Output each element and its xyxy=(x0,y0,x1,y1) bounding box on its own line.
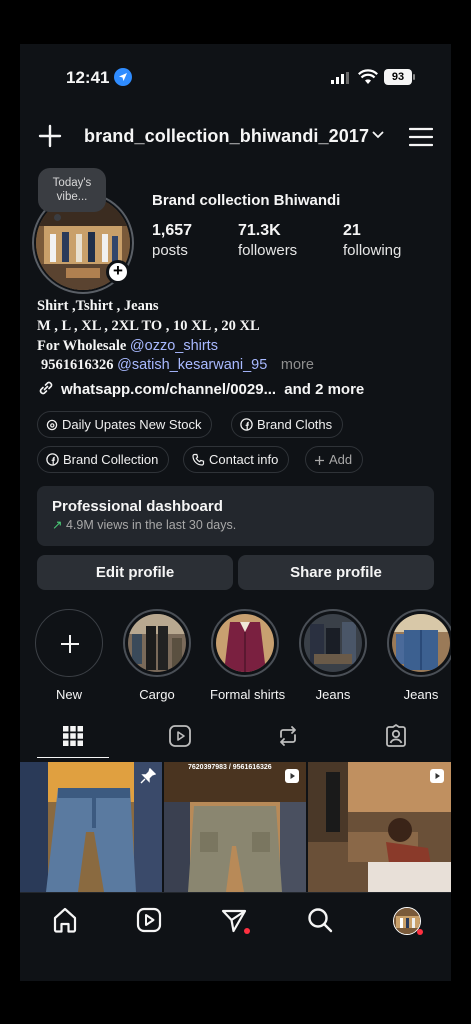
highlight-cover xyxy=(299,609,367,677)
dashboard-views: 4.9M views in the last 30 days. xyxy=(65,518,237,532)
highlight-formal-shirts[interactable]: Formal shirts xyxy=(210,609,286,702)
trend-up-icon: ↗ xyxy=(52,518,63,532)
highlight-cover xyxy=(123,609,191,677)
posts-label: posts xyxy=(152,242,188,259)
bio-line-wholesale: For Wholesale @ozzo_shirts xyxy=(37,338,218,355)
reels-icon xyxy=(430,769,444,783)
chip-label: Daily Upates New Stock xyxy=(62,417,202,432)
account-username[interactable]: brand_collection_bhiwandi_2017 xyxy=(84,126,369,147)
following-count: 21 xyxy=(343,222,361,239)
pin-icon xyxy=(140,768,156,784)
bio-external-link[interactable]: whatsapp.com/channel/0029... and 2 more xyxy=(37,379,364,398)
grid-icon[interactable] xyxy=(61,724,85,748)
dashboard-subtitle: ↗ 4.9M views in the last 30 days. xyxy=(52,517,419,532)
followers-stat[interactable]: 71.3K followers xyxy=(238,222,297,259)
bio-line-sizes: M , L , XL , 2XL TO , 10 XL , 20 XL xyxy=(37,318,260,334)
location-arrow-icon xyxy=(114,68,132,86)
notification-dot xyxy=(244,928,250,934)
profile-full-name: Brand collection Bhiwandi xyxy=(152,192,341,209)
instagram-profile-screen: 12:41 93 brand_collection_bhiwandi_2017 xyxy=(20,44,451,981)
chevron-down-icon[interactable] xyxy=(372,130,384,140)
highlight-label: Jeans xyxy=(315,687,351,702)
bio-wholesale-text: For Wholesale xyxy=(37,338,127,354)
share-profile-button[interactable]: Share profile xyxy=(238,555,434,590)
battery-indicator: 93 xyxy=(384,69,412,85)
cellular-signal-icon xyxy=(331,72,349,84)
new-highlight-circle xyxy=(35,609,103,677)
highlight-jeans-1[interactable]: Jeans xyxy=(298,609,368,702)
highlight-cover xyxy=(211,609,279,677)
following-label: following xyxy=(343,242,402,259)
active-tab-indicator xyxy=(37,757,109,758)
chip-label: Brand Cloths xyxy=(257,417,333,432)
grid-post-2[interactable]: 7620397983 / 9561616326 xyxy=(164,762,306,892)
contact-info-chip[interactable]: Contact info xyxy=(183,446,290,473)
highlight-cover xyxy=(387,609,451,677)
grid-post-3[interactable] xyxy=(308,762,451,892)
wifi-icon xyxy=(358,69,378,84)
reels-icon[interactable] xyxy=(168,724,192,748)
home-icon[interactable] xyxy=(51,906,79,934)
highlight-cargo[interactable]: Cargo xyxy=(122,609,192,702)
followers-label: followers xyxy=(238,242,298,259)
mention-link[interactable]: @satish_kesarwani_95 xyxy=(117,357,267,373)
highlight-label: Formal shirts xyxy=(210,687,286,702)
highlight-label: Cargo xyxy=(139,687,175,702)
posts-count: 1,657 xyxy=(152,222,193,239)
facebook-chip-brand-collection[interactable]: Brand Collection xyxy=(37,446,170,473)
plus-icon xyxy=(61,635,79,653)
facebook-icon xyxy=(240,418,253,431)
posts-stat[interactable]: 1,657 posts xyxy=(152,222,192,259)
link-icon xyxy=(39,381,53,395)
status-time: 12:41 xyxy=(66,68,110,87)
link-more: and 2 more xyxy=(284,381,365,398)
following-stat[interactable]: 21 following xyxy=(343,222,401,259)
phone-icon xyxy=(192,453,205,466)
link-url: whatsapp.com/channel/0029... xyxy=(61,381,277,398)
highlight-new[interactable]: New xyxy=(34,609,104,702)
post-phone-overlay: 7620397983 / 9561616326 xyxy=(188,764,272,771)
bio-more-link[interactable]: more xyxy=(281,357,314,373)
plus-icon xyxy=(315,456,324,465)
bio-line-products: Shirt ,Tshirt , Jeans xyxy=(37,298,159,314)
reels-icon[interactable] xyxy=(135,906,163,934)
tagged-icon[interactable] xyxy=(384,724,408,748)
grid-post-1[interactable] xyxy=(20,762,162,892)
professional-dashboard-card[interactable]: Professional dashboard ↗ 4.9M views in t… xyxy=(37,486,434,546)
reels-icon xyxy=(285,769,299,783)
facebook-icon xyxy=(46,453,59,466)
notes-bubble-tail xyxy=(54,214,61,221)
notes-bubble[interactable]: Today's vibe... xyxy=(38,168,106,212)
chip-label: Brand Collection xyxy=(63,452,159,467)
dashboard-title: Professional dashboard xyxy=(52,498,223,515)
add-story-button[interactable]: + xyxy=(106,260,130,284)
followers-count: 71.3K xyxy=(238,222,281,239)
threads-icon xyxy=(46,419,58,431)
bio-line-contact: 9561616326 @satish_kesarwani_95 more xyxy=(41,357,314,374)
bio-phone[interactable]: 9561616326 xyxy=(41,357,114,373)
hamburger-menu-icon[interactable] xyxy=(409,126,433,148)
chip-label: Add xyxy=(329,452,353,467)
thread-chip-daily[interactable]: Daily Upates New Stock xyxy=(37,411,213,438)
search-icon[interactable] xyxy=(306,906,334,934)
bottom-navigation xyxy=(20,892,451,981)
edit-profile-button[interactable]: Edit profile xyxy=(37,555,233,590)
status-bar: 12:41 93 xyxy=(20,44,451,108)
plus-icon[interactable] xyxy=(38,124,62,148)
highlight-jeans-2[interactable]: Jeans xyxy=(386,609,451,702)
facebook-chip-brand-cloths[interactable]: Brand Cloths xyxy=(231,411,344,438)
mention-link[interactable]: @ozzo_shirts xyxy=(130,338,218,354)
reposts-icon[interactable] xyxy=(276,724,300,748)
highlight-label: New xyxy=(55,687,82,702)
add-chip[interactable]: Add xyxy=(305,446,364,473)
notification-dot xyxy=(417,929,423,935)
battery-tip xyxy=(413,74,415,80)
chip-label: Contact info xyxy=(209,452,279,467)
highlight-label: Jeans xyxy=(403,687,439,702)
